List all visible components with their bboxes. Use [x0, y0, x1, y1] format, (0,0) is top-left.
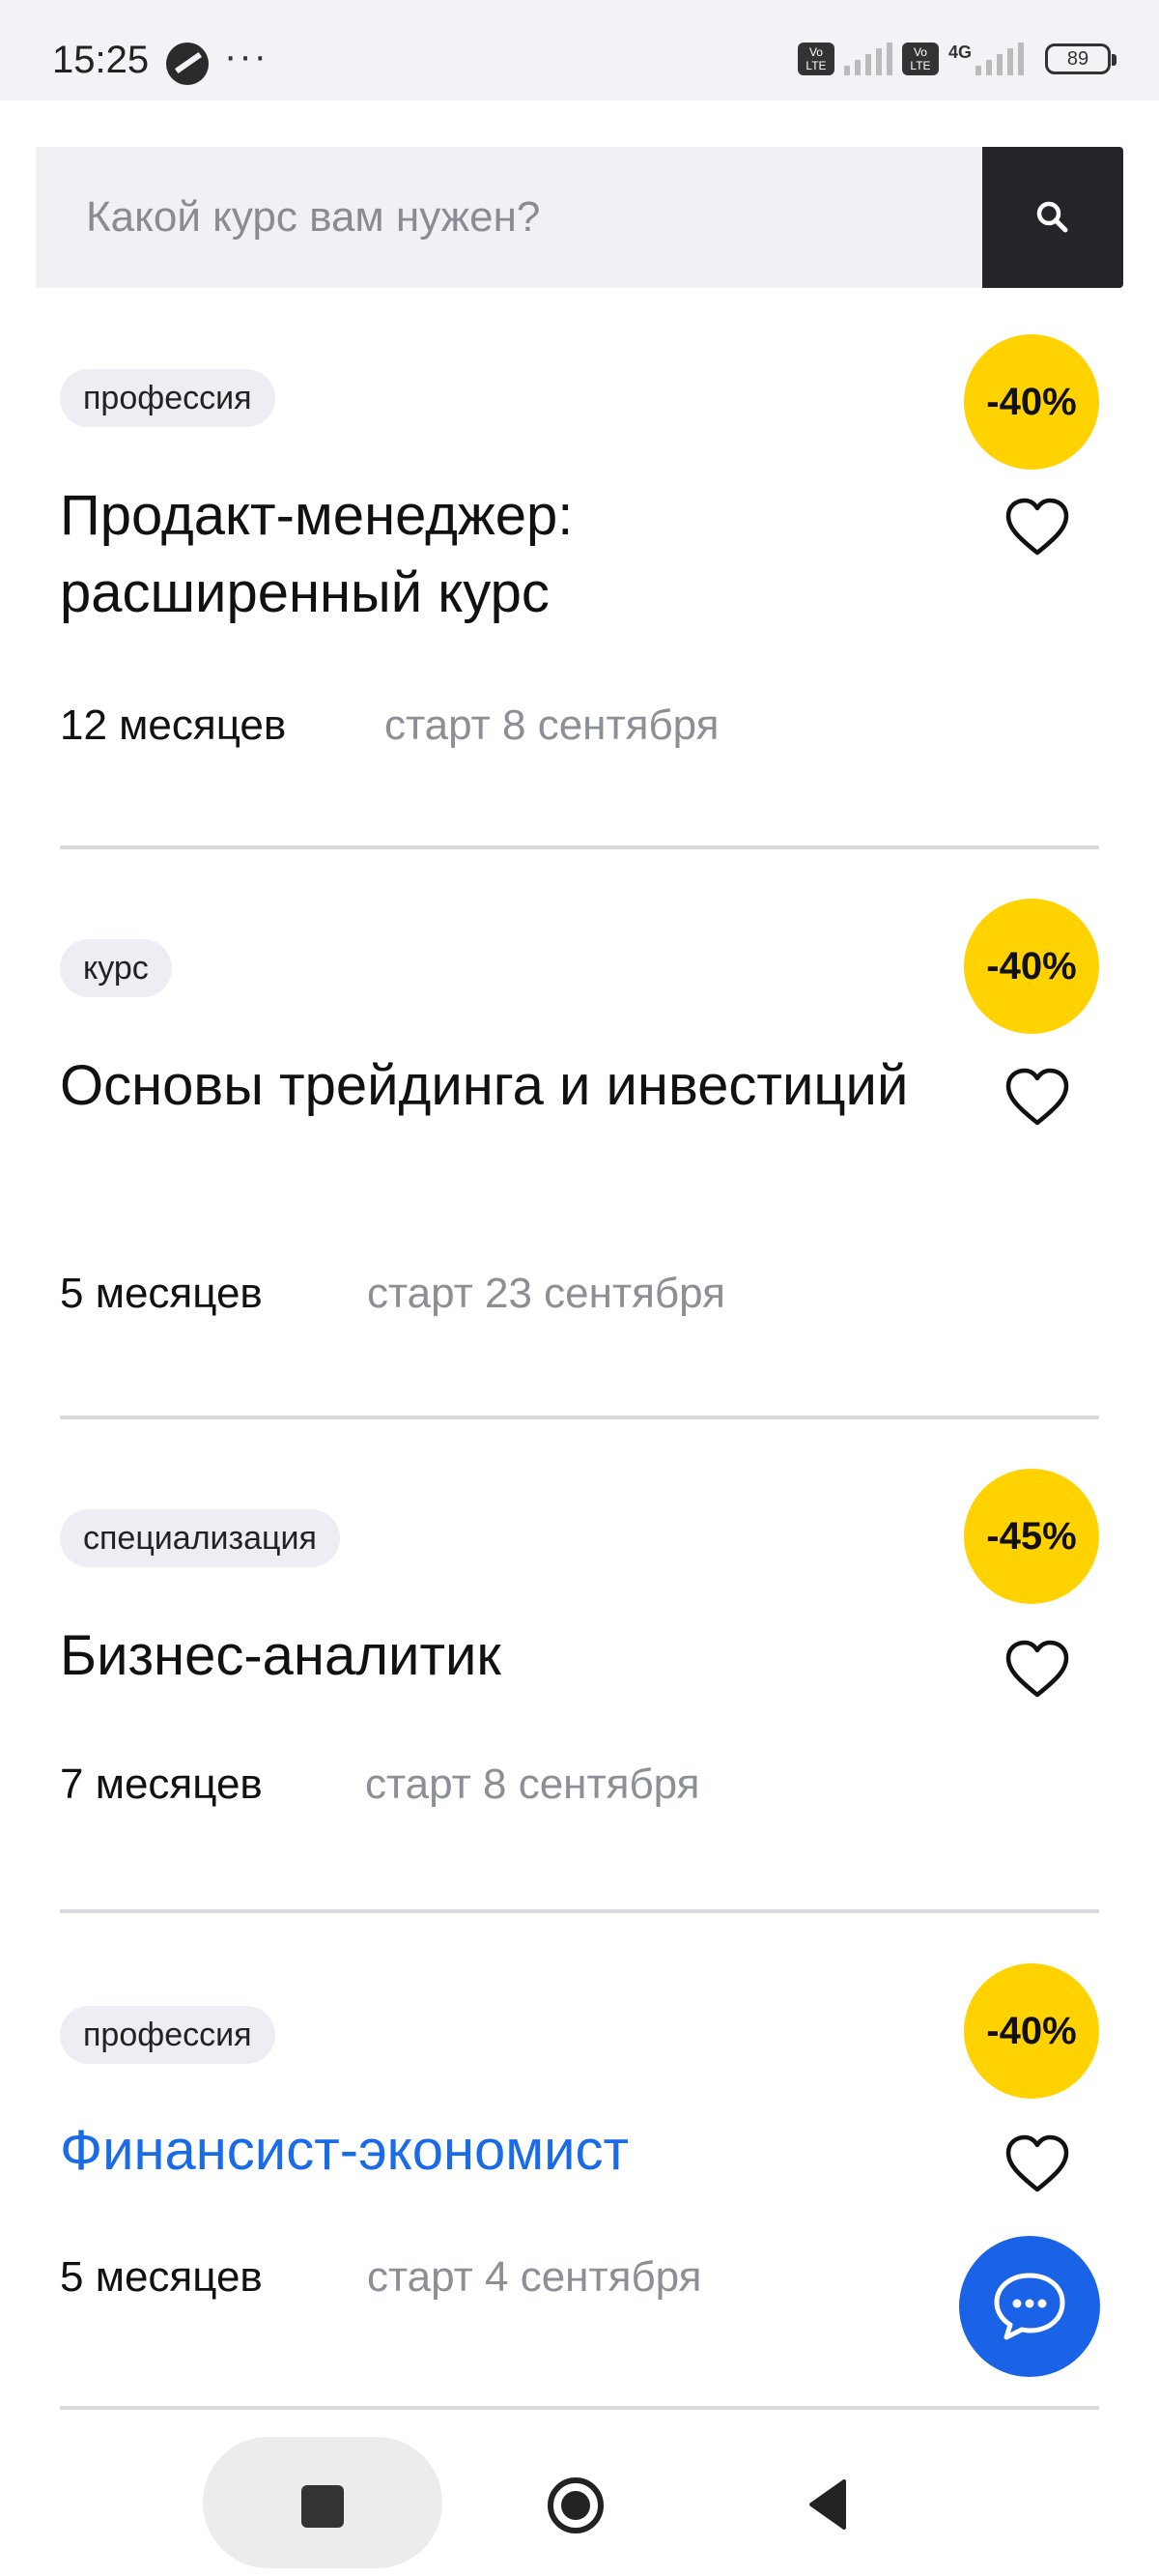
course-start-date: старт 8 сентября	[384, 701, 720, 749]
course-card[interactable]: курс -40% Основы трейдинга и инвестиций …	[60, 899, 1099, 1420]
chat-icon	[994, 2273, 1065, 2340]
course-type-tag: профессия	[60, 2006, 275, 2064]
recents-icon[interactable]	[301, 2485, 344, 2528]
course-type-tag: курс	[60, 939, 172, 997]
course-title[interactable]: Основы трейдинга и инвестиций	[60, 1047, 948, 1125]
course-title[interactable]: Бизнес-аналитик	[60, 1617, 948, 1695]
course-duration: 5 месяцев	[60, 2253, 263, 2301]
battery-level: 89	[1066, 47, 1089, 70]
discount-badge: -40%	[964, 334, 1099, 470]
course-title[interactable]: Продакт-менеджер: расширенный курс	[60, 477, 948, 632]
status-bar: 15:25 ··· Vo LTE Vo LTE 4G 89	[0, 0, 1159, 100]
battery-icon: 89	[1045, 43, 1117, 74]
course-start-date: старт 23 сентября	[367, 1270, 725, 1317]
favorite-heart-icon[interactable]	[1004, 497, 1070, 558]
course-card[interactable]: профессия -40% Финансист-экономист 5 мес…	[60, 1961, 1099, 2396]
favorite-heart-icon[interactable]	[1004, 2133, 1070, 2195]
course-start-date: старт 8 сентября	[365, 1760, 700, 1808]
course-type-tag: специализация	[60, 1509, 340, 1567]
discount-badge: -45%	[964, 1469, 1099, 1604]
more-notifications-icon: ···	[224, 35, 269, 77]
discount-badge: -40%	[964, 1963, 1099, 2099]
course-duration: 7 месяцев	[60, 1760, 263, 1808]
search-icon	[1036, 201, 1068, 233]
course-title[interactable]: Финансист-экономист	[60, 2112, 948, 2190]
discount-badge: -40%	[964, 899, 1099, 1034]
network-type: 4G	[947, 42, 972, 62]
status-icons: Vo LTE Vo LTE 4G 89	[797, 42, 1117, 75]
home-icon[interactable]	[546, 2476, 606, 2535]
system-navigation-bar	[0, 2410, 1159, 2576]
status-time: 15:25	[52, 39, 150, 81]
search-bar	[36, 147, 1123, 288]
favorite-heart-icon[interactable]	[1004, 1639, 1070, 1701]
chat-button[interactable]	[959, 2236, 1100, 2377]
signal-icon	[843, 43, 892, 75]
course-start-date: старт 4 сентября	[367, 2253, 702, 2301]
course-type-tag: профессия	[60, 369, 275, 427]
card-divider	[60, 1416, 1099, 1419]
search-button[interactable]	[982, 147, 1123, 288]
signal-icon-2	[975, 43, 1024, 75]
search-input[interactable]	[36, 147, 982, 288]
course-card[interactable]: специализация -45% Бизнес-аналитик 7 мес…	[60, 1469, 1099, 1903]
do-not-disturb-icon	[166, 43, 209, 85]
favorite-heart-icon[interactable]	[1004, 1067, 1070, 1129]
volte-icon: Vo LTE	[797, 43, 834, 75]
card-divider	[60, 1909, 1099, 1913]
card-divider	[60, 845, 1099, 849]
back-icon[interactable]	[806, 2477, 850, 2532]
volte-icon-2: Vo LTE	[901, 43, 939, 75]
course-duration: 5 месяцев	[60, 1270, 263, 1317]
course-duration: 12 месяцев	[60, 701, 287, 749]
course-card[interactable]: профессия -40% Продакт-менеджер: расшире…	[60, 334, 1099, 856]
